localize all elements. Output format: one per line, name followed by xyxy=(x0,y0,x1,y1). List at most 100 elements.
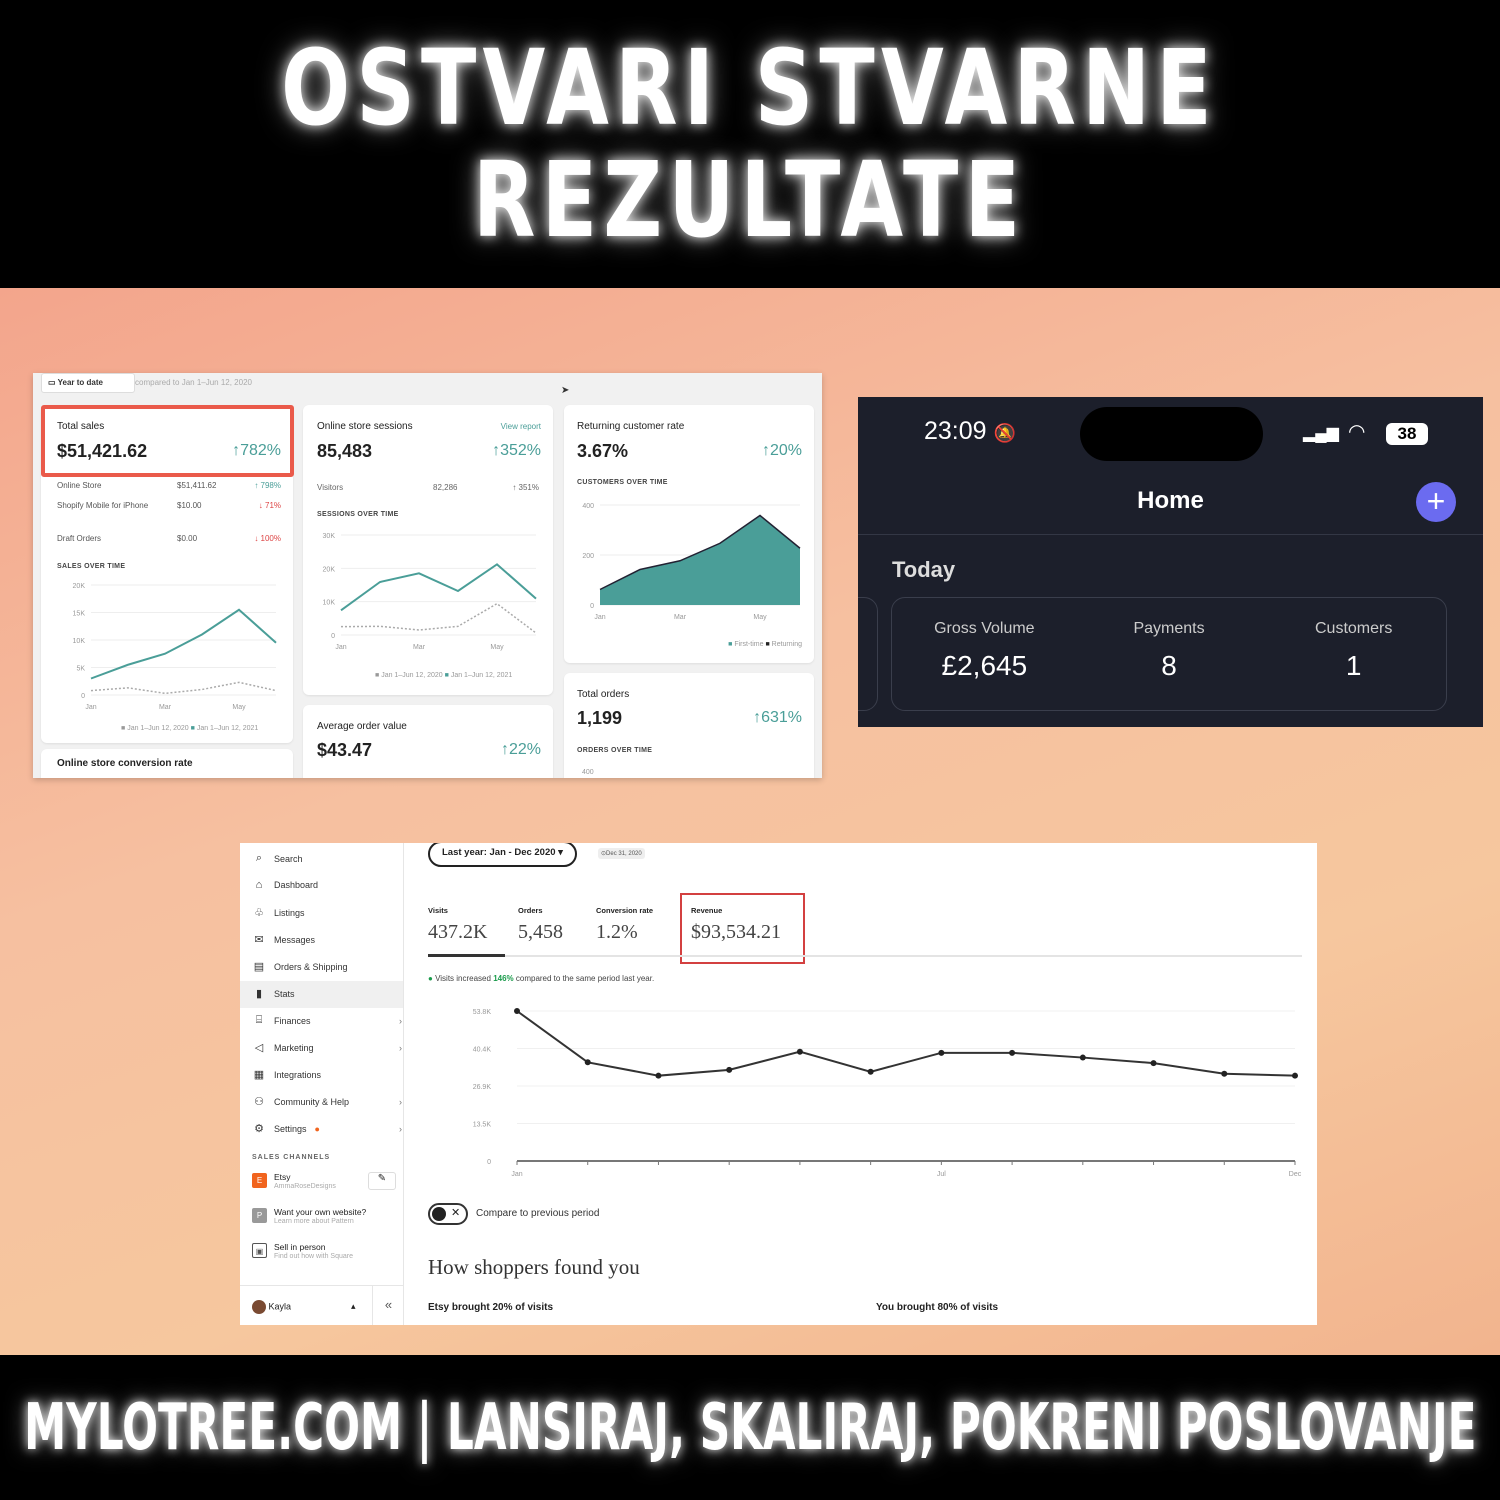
view-report-link[interactable]: View report xyxy=(501,422,541,431)
wifi-icon: ◠ xyxy=(1348,421,1366,443)
orders-value: 1,199 xyxy=(577,708,623,728)
search-icon: ⌕ xyxy=(255,852,263,864)
visits-chart: 53.8K 40.4K 26.9K 13.5K 0 Jan Jul Dec xyxy=(473,1008,1302,1178)
screen-title: Home xyxy=(1137,487,1204,514)
data-point xyxy=(514,1008,520,1014)
add-button[interactable]: + xyxy=(1416,482,1456,522)
card-title: Online store conversion rate xyxy=(57,758,193,769)
prev-card[interactable] xyxy=(858,597,878,711)
shopify-dashboard-screenshot: ▭ Year to date compared to Jan 1–Jun 12,… xyxy=(33,373,822,778)
y-tick-label: 20K xyxy=(73,583,86,590)
y-tick-label: 20K xyxy=(323,566,336,573)
sidebar-item-community-help[interactable]: ⚇ Community & Help › xyxy=(252,1095,402,1108)
aov-change: ↑22% xyxy=(500,741,541,758)
y-tick-label: 40.4K xyxy=(473,1047,492,1054)
sessions-card: Online store sessions View report 85,483… xyxy=(303,405,553,695)
user-menu[interactable]: Kayla ▴ xyxy=(252,1300,356,1314)
data-point xyxy=(726,1066,733,1073)
legend: ■ Jan 1–Jun 12, 2020 ■ Jan 1–Jun 12, 202… xyxy=(375,672,513,679)
card-title: Average order value xyxy=(317,721,407,732)
sidebar-item-finances[interactable]: ⌸ Finances › xyxy=(252,1014,402,1027)
section-heading: How shoppers found you xyxy=(428,1255,640,1279)
mouse-cursor-icon: ➤ xyxy=(561,385,570,396)
visits-notice: ● Visits increased 146% compared to the … xyxy=(428,974,655,983)
date-range-button[interactable]: ▭ Year to date xyxy=(41,373,135,393)
settings-icon: ⚙ xyxy=(254,1123,264,1135)
y-tick-label: 13.5K xyxy=(473,1122,492,1129)
visitors-change: ↑ 351% xyxy=(512,483,539,492)
aov-value: $43.47 xyxy=(317,740,373,760)
sessions-change: ↑352% xyxy=(492,442,541,459)
sidebar-item-settings[interactable]: ⚙ Settings ● › xyxy=(252,1122,402,1135)
today-stats-card[interactable]: Gross Volume £2,645 Payments 8 Customers 1 xyxy=(891,597,1447,711)
edit-pencil-icon[interactable]: ✎ xyxy=(368,1172,396,1190)
y-tick-label: 10K xyxy=(73,638,86,645)
metric-visits[interactable]: Visits 437.2K xyxy=(428,906,487,944)
x-tick-label: Dec xyxy=(1289,1171,1302,1178)
channel-row: Draft Orders $0.00 ↓ 100% xyxy=(57,534,281,543)
battery-indicator: 38 xyxy=(1386,423,1428,445)
sidebar-item-messages[interactable]: ✉ Messages xyxy=(252,933,402,946)
x-tick-label: May xyxy=(232,704,246,711)
sidebar-item-marketing[interactable]: ◁ Marketing › xyxy=(252,1041,402,1054)
y-tick-label: 0 xyxy=(590,603,594,610)
headline-line2: REZULTATE xyxy=(473,139,1027,261)
sessions-value: 85,483 xyxy=(317,441,373,461)
listings-icon: ♧ xyxy=(254,907,264,919)
y-tick-label: 200 xyxy=(582,553,594,560)
data-point xyxy=(655,1072,662,1079)
card-title: Returning customer rate xyxy=(577,421,685,432)
phone-app-screenshot: 23:09 🔕 ▂▄▆ ◠ 38 Home + Today Gross Volu… xyxy=(858,397,1483,727)
x-tick-label: Jan xyxy=(511,1171,522,1178)
sidebar-item-integrations[interactable]: ▦ Integrations xyxy=(252,1068,402,1081)
chart-caption: ORDERS OVER TIME xyxy=(577,747,653,754)
sidebar-item-search[interactable]: ⌕ Search xyxy=(252,852,402,865)
dynamic-island xyxy=(1080,407,1263,461)
metric-conversion-rate[interactable]: Conversion rate 1.2% xyxy=(596,906,653,944)
y-tick-label: 0 xyxy=(331,633,335,640)
sidebar-item-stats[interactable]: ▮ Stats xyxy=(252,987,402,1000)
x-tick-label: Jan xyxy=(335,644,346,651)
data-point xyxy=(938,1049,945,1056)
data-point xyxy=(1221,1070,1228,1077)
metric-orders[interactable]: Orders 5,458 xyxy=(518,906,563,944)
x-tick-label: Jan xyxy=(594,614,605,621)
sidebar-item-listings[interactable]: ♧ Listings xyxy=(252,906,402,919)
own-visits-share: You brought 80% of visits xyxy=(876,1302,999,1313)
bell-muted-icon: 🔕 xyxy=(993,423,1016,443)
compare-toggle[interactable]: ✕ xyxy=(428,1203,468,1225)
orders-card: Total orders 1,199 ↑631% ORDERS OVER TIM… xyxy=(564,673,814,778)
x-tick-label: Mar xyxy=(159,704,172,711)
returning-change: ↑20% xyxy=(761,442,802,459)
x-tick-label: Mar xyxy=(413,644,426,651)
date-range-dropdown[interactable]: Last year: Jan - Dec 2020 ▾ xyxy=(428,843,577,867)
chart-caption: SALES OVER TIME xyxy=(57,563,126,570)
metric-tabs-divider xyxy=(428,955,1302,957)
sidebar-item-dashboard[interactable]: ⌂ Dashboard xyxy=(252,879,402,891)
channel-badge: ▣ xyxy=(252,1243,267,1258)
stat-payments: Payments 8 xyxy=(1133,620,1205,681)
x-tick-label: May xyxy=(753,614,767,621)
returning-value: 3.67% xyxy=(577,441,629,461)
y-tick-label: 26.9K xyxy=(473,1084,492,1091)
chevron-right-icon: › xyxy=(399,1096,402,1107)
series-line xyxy=(516,1010,1296,1077)
orders-shipping-icon: ▤ xyxy=(253,961,265,973)
community-help-icon: ⚇ xyxy=(254,1096,264,1108)
conversion-card: Online store conversion rate xyxy=(41,749,293,778)
chevron-right-icon: › xyxy=(399,1042,402,1053)
etsy-visits-share: Etsy brought 20% of visits xyxy=(428,1302,554,1313)
y-tick-label: 10K xyxy=(323,600,336,607)
compared-text: compared to Jan 1–Jun 12, 2020 xyxy=(135,378,252,387)
compare-label: Compare to previous period xyxy=(476,1208,600,1219)
sidebar-item-orders-shipping[interactable]: ▤ Orders & Shipping xyxy=(252,960,402,973)
series-line xyxy=(340,563,537,612)
y-tick: 400 xyxy=(582,769,594,776)
collapse-sidebar-icon[interactable]: « xyxy=(372,1285,404,1325)
date-chip: ⊙Dec 31, 2020 xyxy=(598,848,645,859)
y-tick-label: 5K xyxy=(76,666,85,673)
integrations-icon: ▦ xyxy=(253,1069,265,1081)
section-title: Today xyxy=(892,557,956,582)
channel-badge: E xyxy=(252,1173,267,1188)
data-point xyxy=(867,1068,874,1075)
